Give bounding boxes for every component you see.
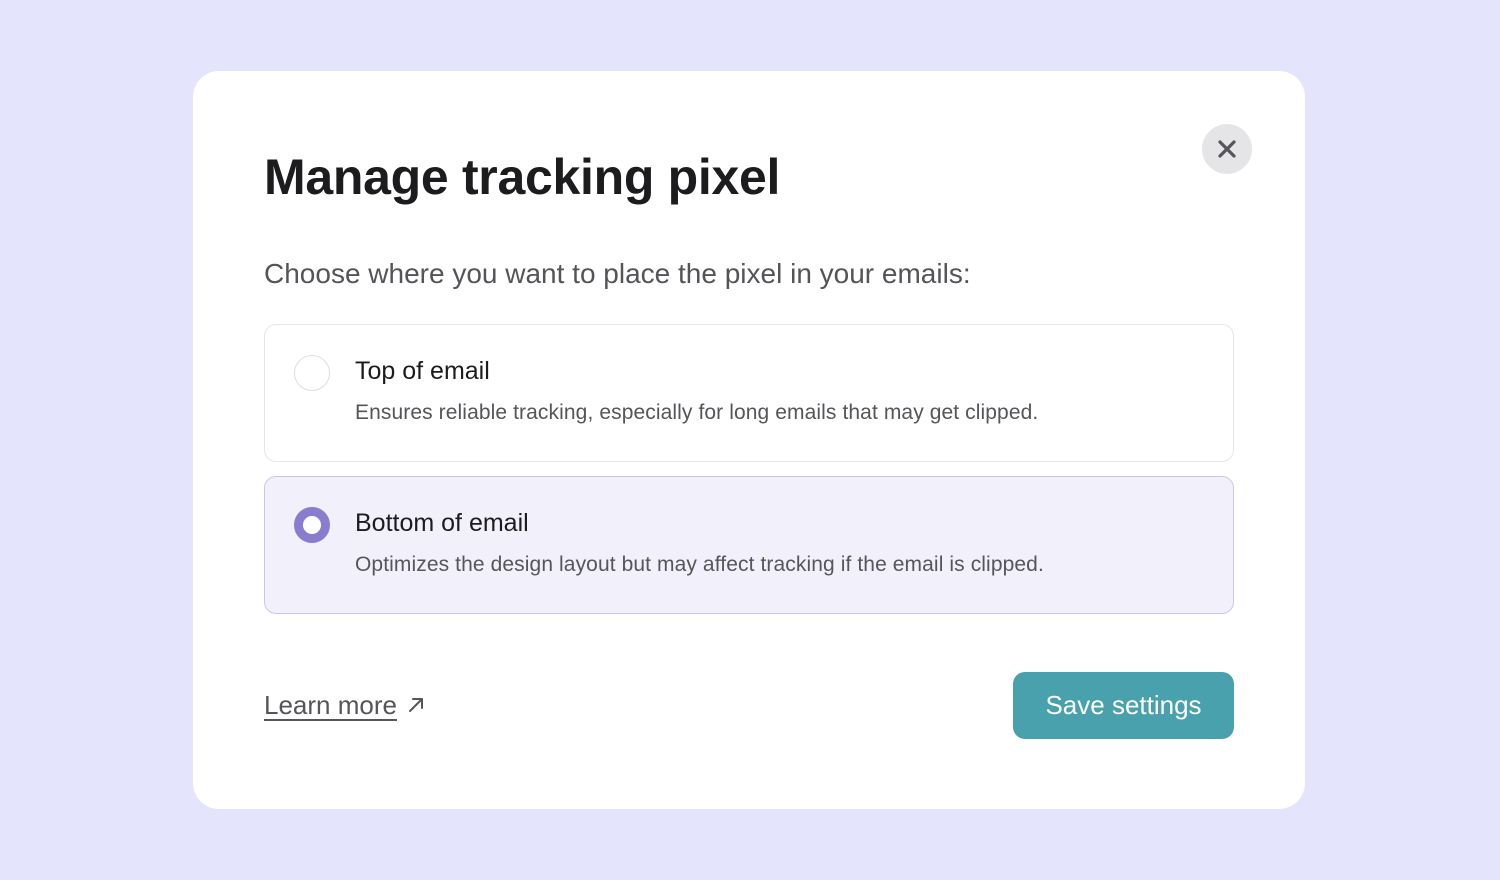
radio-bottom-of-email[interactable] <box>294 507 330 543</box>
save-settings-button[interactable]: Save settings <box>1013 672 1234 739</box>
option-top-of-email[interactable]: Top of email Ensures reliable tracking, … <box>264 324 1234 462</box>
learn-more-label: Learn more <box>264 690 397 720</box>
modal-subtitle: Choose where you want to place the pixel… <box>264 258 971 289</box>
close-button[interactable] <box>1202 124 1252 174</box>
option-bottom-of-email[interactable]: Bottom of email Optimizes the design lay… <box>264 476 1234 614</box>
radio-top-of-email[interactable] <box>294 355 330 391</box>
close-icon <box>1218 140 1236 158</box>
tracking-pixel-modal: Manage tracking pixel Choose where you w… <box>193 71 1305 809</box>
option-description: Ensures reliable tracking, especially fo… <box>355 401 1039 424</box>
external-arrow-icon <box>408 698 423 712</box>
modal-title: Manage tracking pixel <box>264 149 781 205</box>
option-label: Bottom of email <box>355 509 529 537</box>
option-description: Optimizes the design layout but may affe… <box>355 553 1044 576</box>
option-label: Top of email <box>355 357 490 385</box>
learn-more-link[interactable]: Learn more <box>264 688 425 722</box>
